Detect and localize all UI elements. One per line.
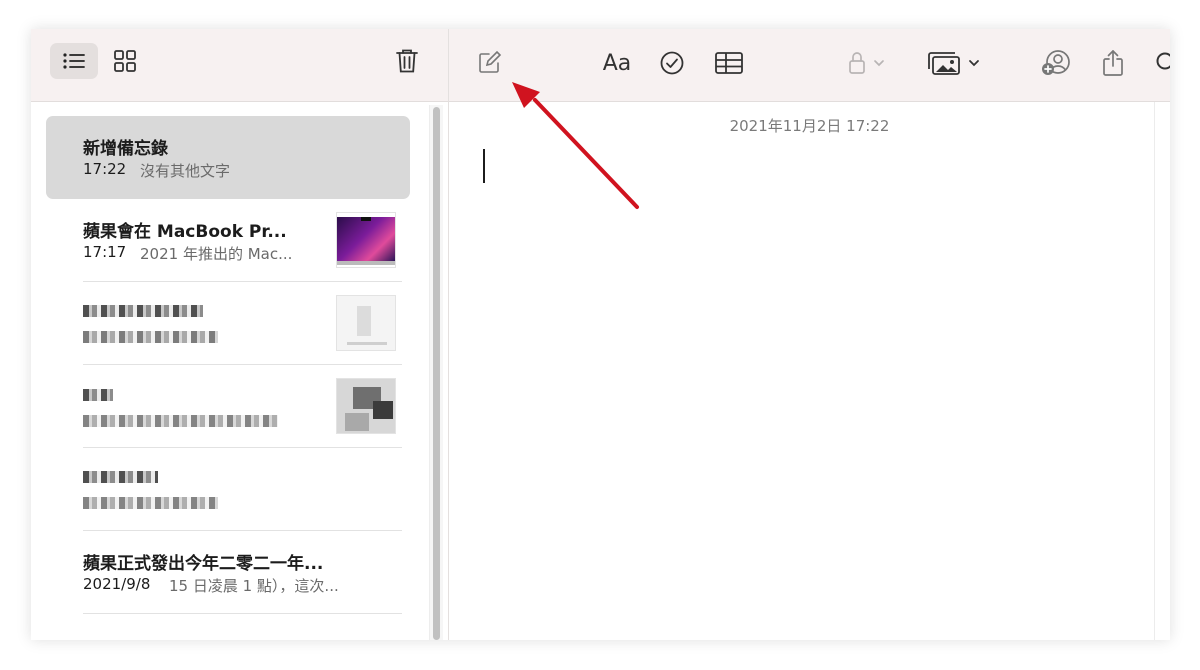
annotation-arrow	[512, 82, 639, 209]
